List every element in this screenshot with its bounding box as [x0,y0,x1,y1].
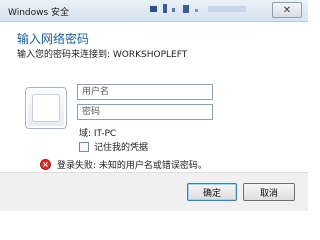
ok-button[interactable]: 确定 [187,183,237,201]
close-icon: ✕ [282,4,292,16]
title-bar-decoration [150,4,246,13]
title-bar: Windows 安全 ✕ [0,0,308,22]
dialog-body: 输入网络密码 输入您的密码来连接到: WORKSHOPLEFT 域: IT-PC… [0,22,308,172]
dialog-heading: 输入网络密码 [17,32,90,46]
dialog-subheading: 输入您的密码来连接到: WORKSHOPLEFT [17,50,188,60]
cancel-button[interactable]: 取消 [243,183,295,201]
dialog-footer: 确定 取消 [0,172,308,211]
error-x-icon: × [40,159,51,170]
remember-credentials-checkbox[interactable] [79,141,89,152]
login-error-message: × 登录失败: 未知的用户名或错误密码。 [40,158,207,171]
username-field[interactable] [77,84,213,100]
remember-credentials-label: 记住我的凭据 [94,143,149,153]
domain-label: 域: IT-PC [79,129,117,139]
error-text: 登录失败: 未知的用户名或错误密码。 [57,161,207,171]
close-button[interactable]: ✕ [272,2,302,18]
password-field[interactable] [77,104,213,120]
remember-credentials-option[interactable]: 记住我的凭据 [79,140,148,153]
user-tile-avatar [25,87,67,129]
user-tile-icon [32,94,60,122]
window-title: Windows 安全 [8,8,70,18]
